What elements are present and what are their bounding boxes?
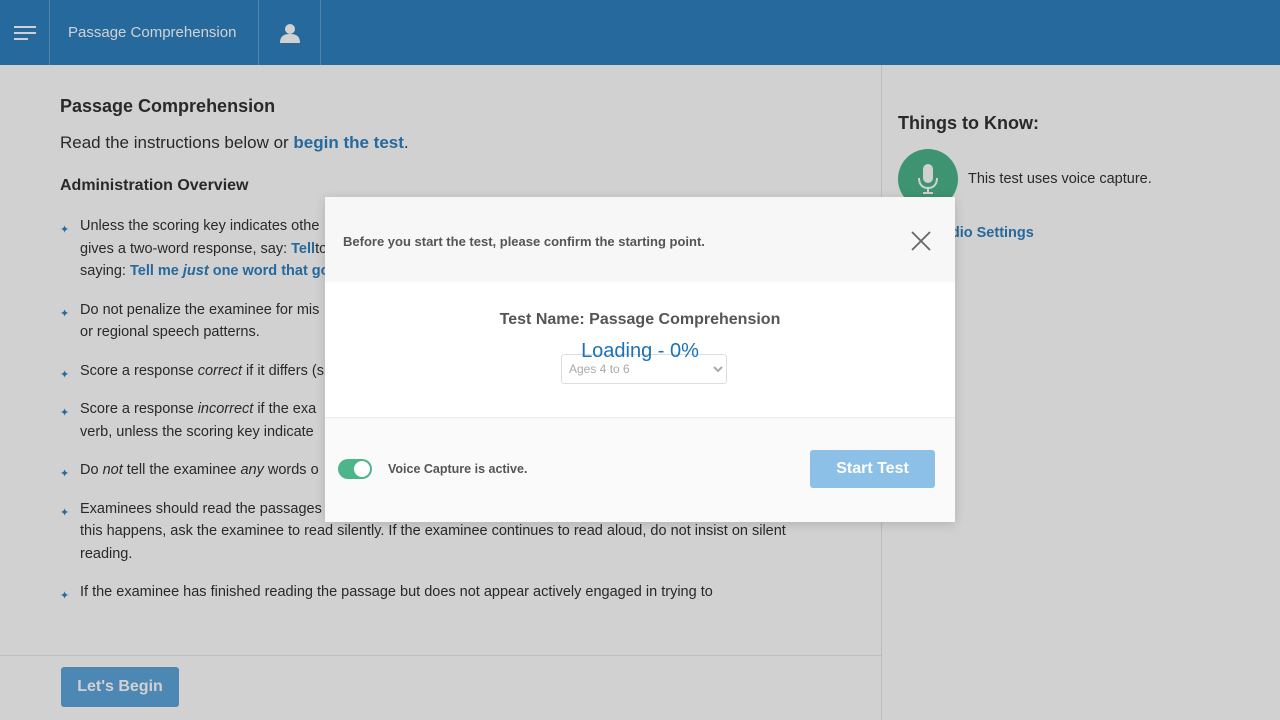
start-point-dialog: Before you start the test, please confir… [325, 197, 955, 522]
close-icon[interactable] [910, 230, 932, 252]
test-name-label: Test Name: Passage Comprehension [499, 311, 781, 328]
voice-capture-status: Voice Capture is active. [388, 462, 528, 476]
dialog-body: Test Name: Passage Comprehension Loading… [325, 282, 955, 418]
start-test-button[interactable]: Start Test [810, 450, 935, 488]
toggle-knob [354, 461, 370, 477]
voice-capture-toggle[interactable] [338, 459, 372, 479]
dialog-message: Before you start the test, please confir… [343, 234, 705, 249]
loading-status: Loading - 0% [581, 340, 699, 362]
dialog-header: Before you start the test, please confir… [325, 197, 955, 282]
dialog-footer: Voice Capture is active. Start Test [325, 418, 955, 522]
